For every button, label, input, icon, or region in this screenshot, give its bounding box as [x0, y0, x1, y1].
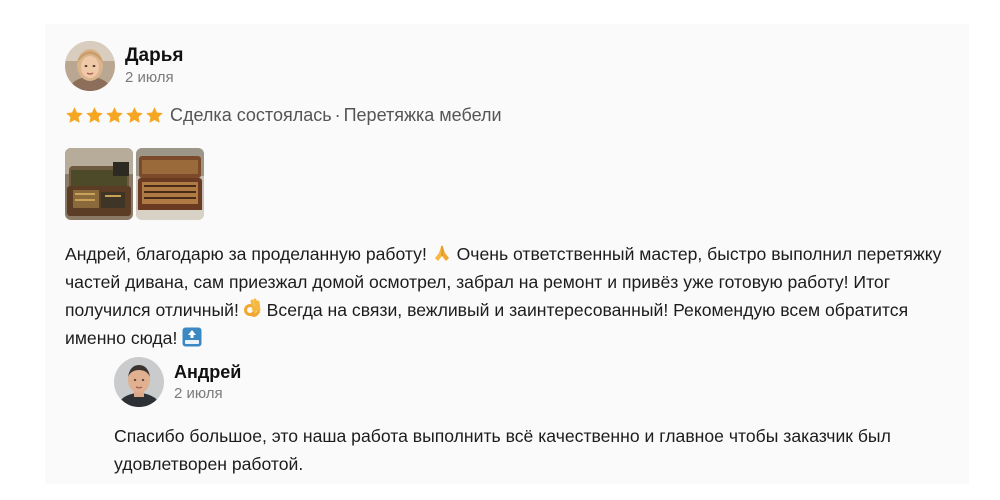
- owner-reply: Андрей 2 июля Спасибо большое, это наша …: [114, 356, 944, 478]
- author-name[interactable]: Дарья: [125, 45, 183, 67]
- reply-date: 2 июля: [174, 384, 223, 402]
- folded-hands-icon: [432, 243, 452, 263]
- rating-row: Сделка состоялась · Перетяжка мебели: [65, 100, 965, 130]
- review-photo-1[interactable]: [65, 148, 133, 220]
- star-icon: [86, 106, 103, 123]
- reply-text: Спасибо большое, это наша работа выполни…: [114, 426, 891, 474]
- review-text-part-1: Андрей, благодарю за проделанную работу!: [65, 244, 427, 264]
- rating-stars: [65, 106, 164, 125]
- avatar[interactable]: [65, 41, 115, 91]
- review-date: 2 июля: [125, 68, 174, 86]
- avatar[interactable]: [114, 357, 164, 407]
- review-text: Андрей, благодарю за проделанную работу!…: [65, 240, 945, 352]
- star-icon: [146, 106, 163, 123]
- star-icon: [66, 106, 83, 123]
- separator: ·: [334, 104, 341, 125]
- review-photo-2[interactable]: [136, 148, 204, 220]
- review-photos: [65, 148, 965, 220]
- reply-author-name[interactable]: Андрей: [174, 361, 241, 383]
- reply-author: Андрей 2 июля: [114, 356, 944, 408]
- service-name[interactable]: Перетяжка мебели: [344, 105, 502, 126]
- author-meta: Андрей 2 июля: [174, 361, 241, 404]
- review: Дарья 2 июля Сделка состоялась · Перетяж…: [65, 40, 965, 352]
- author-meta: Дарья 2 июля: [125, 45, 183, 88]
- review-author: Дарья 2 июля: [65, 40, 965, 92]
- star-icon: [126, 106, 143, 123]
- star-icon: [106, 106, 123, 123]
- ok-hand-icon: [243, 297, 262, 319]
- top-arrow-icon: [182, 327, 202, 347]
- deal-status: Сделка состоялась: [170, 104, 332, 125]
